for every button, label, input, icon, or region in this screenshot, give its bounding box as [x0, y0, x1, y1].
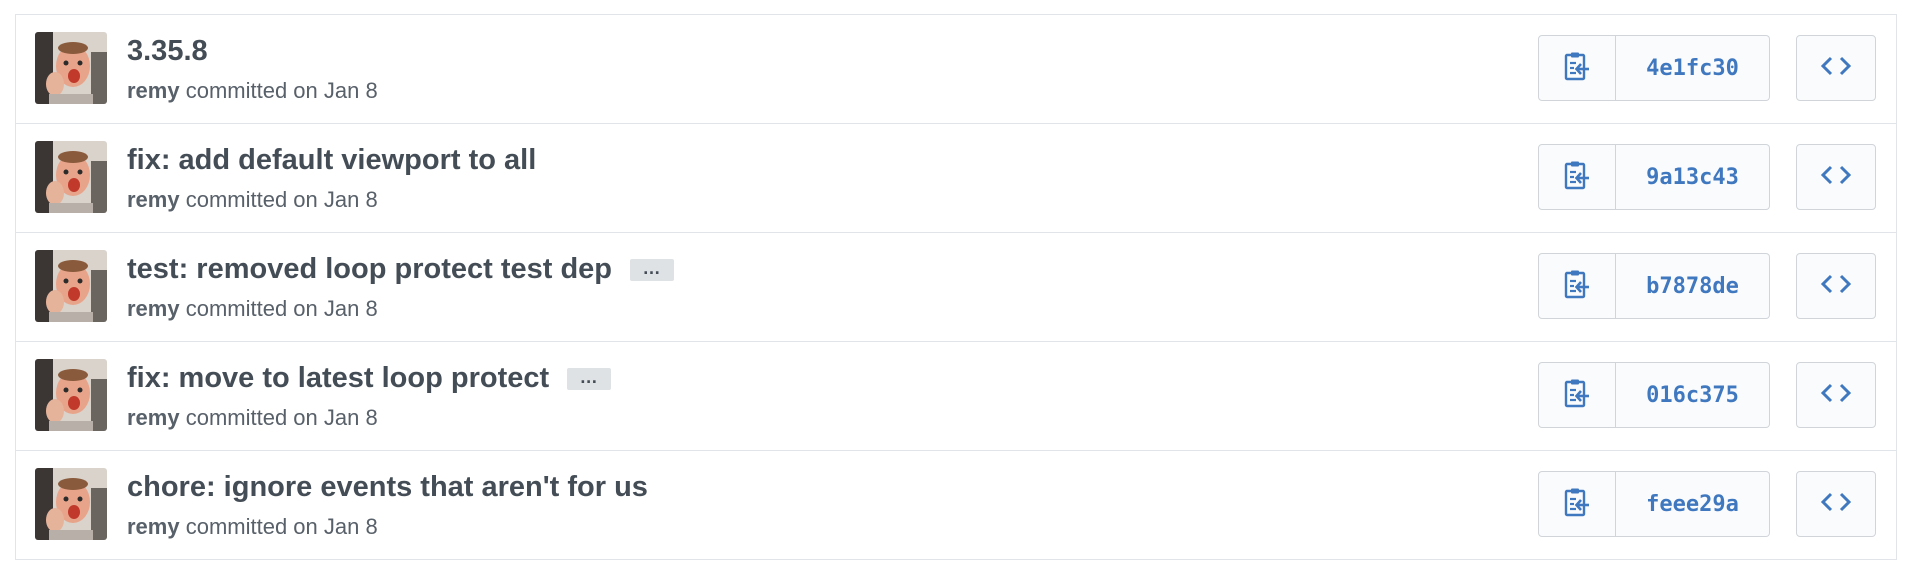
- commit-sha-link[interactable]: feee29a: [1616, 471, 1770, 537]
- expand-message-button[interactable]: …: [567, 367, 612, 390]
- copy-sha-button[interactable]: [1538, 144, 1616, 210]
- copy-sha-button[interactable]: [1538, 471, 1616, 537]
- copy-sha-button[interactable]: [1538, 253, 1616, 319]
- avatar[interactable]: [35, 32, 107, 104]
- clippy-icon: [1564, 487, 1590, 522]
- code-icon: [1820, 491, 1852, 518]
- clippy-icon: [1564, 51, 1590, 86]
- copy-sha-button[interactable]: [1538, 362, 1616, 428]
- commit-date: committed on Jan 8: [185, 78, 378, 103]
- commit-title[interactable]: fix: add default viewport to all: [127, 144, 536, 177]
- commit-sha-link[interactable]: 4e1fc30: [1616, 35, 1770, 101]
- sha-button-group: 016c375: [1538, 362, 1770, 428]
- commit-date: committed on Jan 8: [185, 405, 378, 430]
- commit-message[interactable]: fix: move to latest loop protect: [127, 362, 549, 395]
- avatar[interactable]: [35, 468, 107, 540]
- expand-message-button[interactable]: …: [630, 258, 675, 281]
- avatar[interactable]: [35, 359, 107, 431]
- browse-files-button[interactable]: [1796, 362, 1876, 428]
- commit-list: 3.35.8 remy committed on Jan 8 4e1fc30 f…: [15, 14, 1897, 560]
- commit-meta: remy committed on Jan 8: [127, 78, 378, 104]
- commit-author[interactable]: remy: [127, 296, 180, 321]
- commit-meta: remy committed on Jan 8: [127, 514, 378, 540]
- browse-files-button[interactable]: [1796, 144, 1876, 210]
- avatar[interactable]: [35, 141, 107, 213]
- sha-button-group: feee29a: [1538, 471, 1770, 537]
- clippy-icon: [1564, 160, 1590, 195]
- commit-row: fix: move to latest loop protect … remy …: [16, 342, 1896, 451]
- sha-button-group: b7878de: [1538, 253, 1770, 319]
- commit-row: chore: ignore events that aren't for us …: [16, 451, 1896, 560]
- sha-button-group: 4e1fc30: [1538, 35, 1770, 101]
- avatar[interactable]: [35, 250, 107, 322]
- commit-meta: remy committed on Jan 8: [127, 296, 378, 322]
- commit-sha-link[interactable]: 9a13c43: [1616, 144, 1770, 210]
- commit-title[interactable]: chore: ignore events that aren't for us: [127, 471, 648, 504]
- commit-message[interactable]: test: removed loop protect test dep: [127, 253, 612, 286]
- commit-date: committed on Jan 8: [185, 514, 378, 539]
- commit-message[interactable]: 3.35.8: [127, 35, 208, 68]
- commit-sha-link[interactable]: 016c375: [1616, 362, 1770, 428]
- code-icon: [1820, 382, 1852, 409]
- copy-sha-button[interactable]: [1538, 35, 1616, 101]
- commit-row: test: removed loop protect test dep … re…: [16, 233, 1896, 342]
- commit-row: fix: add default viewport to all remy co…: [16, 124, 1896, 233]
- browse-files-button[interactable]: [1796, 35, 1876, 101]
- code-icon: [1820, 164, 1852, 191]
- commit-meta: remy committed on Jan 8: [127, 405, 378, 431]
- commit-title[interactable]: fix: move to latest loop protect …: [127, 362, 612, 395]
- sha-button-group: 9a13c43: [1538, 144, 1770, 210]
- commit-author[interactable]: remy: [127, 78, 180, 103]
- clippy-icon: [1564, 378, 1590, 413]
- commit-sha-link[interactable]: b7878de: [1616, 253, 1770, 319]
- code-icon: [1820, 55, 1852, 82]
- commit-message[interactable]: chore: ignore events that aren't for us: [127, 471, 648, 504]
- browse-files-button[interactable]: [1796, 471, 1876, 537]
- commit-author[interactable]: remy: [127, 405, 180, 430]
- commit-author[interactable]: remy: [127, 514, 180, 539]
- commit-title[interactable]: test: removed loop protect test dep …: [127, 253, 675, 286]
- commit-row: 3.35.8 remy committed on Jan 8 4e1fc30: [16, 15, 1896, 124]
- commit-message[interactable]: fix: add default viewport to all: [127, 144, 536, 177]
- commit-meta: remy committed on Jan 8: [127, 187, 378, 213]
- commit-date: committed on Jan 8: [185, 296, 378, 321]
- browse-files-button[interactable]: [1796, 253, 1876, 319]
- clippy-icon: [1564, 269, 1590, 304]
- commit-date: committed on Jan 8: [185, 187, 378, 212]
- commit-title[interactable]: 3.35.8: [127, 35, 208, 68]
- code-icon: [1820, 273, 1852, 300]
- commit-author[interactable]: remy: [127, 187, 180, 212]
